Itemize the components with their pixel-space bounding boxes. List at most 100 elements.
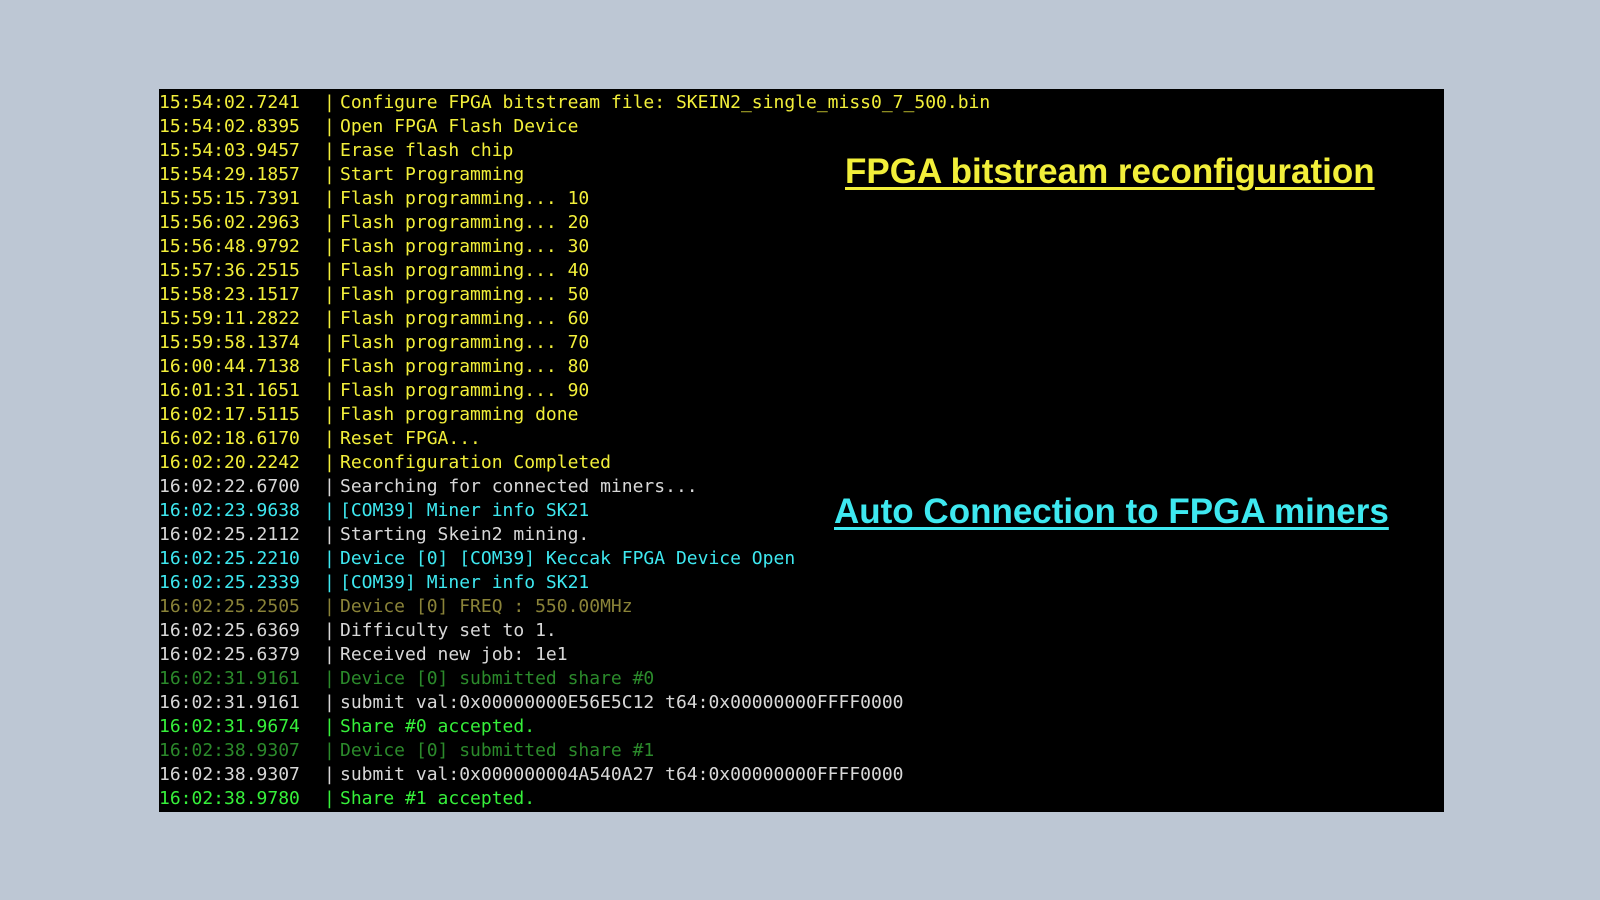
log-separator: | bbox=[324, 740, 335, 761]
log-message: Reset FPGA... bbox=[340, 428, 481, 449]
log-timestamp: 16:02:38.9307 bbox=[159, 764, 300, 785]
log-line: 15:58:23.1517 | Flash programming... 50 bbox=[159, 283, 1444, 307]
log-separator: | bbox=[324, 644, 335, 665]
log-message: Share #1 accepted. bbox=[340, 788, 536, 809]
log-line: 15:56:02.2963 | Flash programming... 20 bbox=[159, 211, 1444, 235]
log-message: Device [0] submitted share #1 bbox=[340, 740, 655, 761]
log-line: 15:59:11.2822 | Flash programming... 60 bbox=[159, 307, 1444, 331]
log-timestamp: 16:02:25.2112 bbox=[159, 524, 300, 545]
log-message: Flash programming done bbox=[340, 404, 579, 425]
log-separator: | bbox=[324, 572, 335, 593]
log-separator: | bbox=[324, 380, 335, 401]
log-timestamp: 16:02:38.9307 bbox=[159, 740, 300, 761]
log-timestamp: 16:02:17.5115 bbox=[159, 404, 300, 425]
log-timestamp: 16:02:31.9674 bbox=[159, 716, 300, 737]
log-message: Device [0] [COM39] Keccak FPGA Device Op… bbox=[340, 548, 796, 569]
log-timestamp: 16:02:38.9780 bbox=[159, 788, 300, 809]
log-timestamp: 16:02:25.2505 bbox=[159, 596, 300, 617]
log-message: Flash programming... 10 bbox=[340, 188, 590, 209]
log-line: 16:02:38.9307 | submit val:0x000000004A540… bbox=[159, 763, 1444, 787]
console-window[interactable]: 15:54:02.7241 | Configure FPGA bitstream f… bbox=[159, 89, 1444, 812]
log-timestamp: 16:02:18.6170 bbox=[159, 428, 300, 449]
log-message: Flash programming... 90 bbox=[340, 380, 590, 401]
log-timestamp: 15:58:23.1517 bbox=[159, 284, 300, 305]
log-line: 15:56:48.9792 | Flash programming... 30 bbox=[159, 235, 1444, 259]
log-separator: | bbox=[324, 332, 335, 353]
log-message: Flash programming... 30 bbox=[340, 236, 590, 257]
log-message: Difficulty set to 1. bbox=[340, 620, 557, 641]
log-timestamp: 15:59:11.2822 bbox=[159, 308, 300, 329]
log-timestamp: 15:54:02.7241 bbox=[159, 92, 300, 113]
log-separator: | bbox=[324, 500, 335, 521]
log-message: [COM39] Miner info SK21 bbox=[340, 572, 590, 593]
log-line: 16:02:25.2505 | Device [0] FREQ : 550.00MH… bbox=[159, 595, 1444, 619]
log-separator: | bbox=[324, 788, 335, 809]
log-message: Configure FPGA bitstream file: SKEIN2_si… bbox=[340, 92, 991, 113]
log-timestamp: 15:59:58.1374 bbox=[159, 332, 300, 353]
log-timestamp: 16:02:25.2210 bbox=[159, 548, 300, 569]
log-message: Open FPGA Flash Device bbox=[340, 116, 579, 137]
auto-connection-annotation: Auto Connection to FPGA miners bbox=[834, 492, 1389, 531]
log-separator: | bbox=[324, 548, 335, 569]
log-line: 16:02:38.9307 | Device [0] submitted share… bbox=[159, 739, 1444, 763]
log-line: 16:02:31.9674 | Share #0 accepted. bbox=[159, 715, 1444, 739]
log-message: Start Programming bbox=[340, 164, 525, 185]
log-line: 16:02:20.2242 | Reconfiguration Completed bbox=[159, 451, 1444, 475]
log-separator: | bbox=[324, 116, 335, 137]
log-line: 16:02:31.9161 | Device [0] submitted share… bbox=[159, 667, 1444, 691]
log-list: 15:54:02.7241 | Configure FPGA bitstream f… bbox=[159, 91, 1444, 811]
log-message: Flash programming... 70 bbox=[340, 332, 590, 353]
log-timestamp: 16:01:31.1651 bbox=[159, 380, 300, 401]
log-timestamp: 16:02:31.9161 bbox=[159, 668, 300, 689]
log-message: Flash programming... 50 bbox=[340, 284, 590, 305]
log-separator: | bbox=[324, 692, 335, 713]
log-line: 16:02:17.5115 | Flash programming done bbox=[159, 403, 1444, 427]
log-timestamp: 16:02:23.9638 bbox=[159, 500, 300, 521]
log-message: Searching for connected miners... bbox=[340, 476, 698, 497]
log-message: Flash programming... 80 bbox=[340, 356, 590, 377]
log-message: Starting Skein2 mining. bbox=[340, 524, 590, 545]
log-separator: | bbox=[324, 476, 335, 497]
reconfiguration-annotation: FPGA bitstream reconfiguration bbox=[845, 152, 1375, 191]
log-message: submit val:0x000000004A540A27 t64:0x0000… bbox=[340, 764, 904, 785]
log-timestamp: 15:56:48.9792 bbox=[159, 236, 300, 257]
log-timestamp: 16:02:20.2242 bbox=[159, 452, 300, 473]
log-message: Device [0] submitted share #0 bbox=[340, 668, 655, 689]
log-separator: | bbox=[324, 596, 335, 617]
log-message: [COM39] Miner info SK21 bbox=[340, 500, 590, 521]
log-timestamp: 16:00:44.7138 bbox=[159, 356, 300, 377]
log-line: 16:02:25.6369 | Difficulty set to 1. bbox=[159, 619, 1444, 643]
log-message: Share #0 accepted. bbox=[340, 716, 536, 737]
log-line: 16:02:18.6170 | Reset FPGA... bbox=[159, 427, 1444, 451]
log-timestamp: 16:02:25.6379 bbox=[159, 644, 300, 665]
log-line: 16:01:31.1651 | Flash programming... 90 bbox=[159, 379, 1444, 403]
log-message: Received new job: 1e1 bbox=[340, 644, 568, 665]
log-line: 15:59:58.1374 | Flash programming... 70 bbox=[159, 331, 1444, 355]
log-separator: | bbox=[324, 668, 335, 689]
log-separator: | bbox=[324, 404, 335, 425]
log-separator: | bbox=[324, 236, 335, 257]
log-timestamp: 15:54:03.9457 bbox=[159, 140, 300, 161]
log-timestamp: 16:02:25.2339 bbox=[159, 572, 300, 593]
log-message: Reconfiguration Completed bbox=[340, 452, 611, 473]
log-timestamp: 16:02:31.9161 bbox=[159, 692, 300, 713]
log-separator: | bbox=[324, 356, 335, 377]
log-separator: | bbox=[324, 620, 335, 641]
log-line: 16:02:25.2339 | [COM39] Miner info SK21 bbox=[159, 571, 1444, 595]
log-line: 15:54:02.8395 | Open FPGA Flash Device bbox=[159, 115, 1444, 139]
log-separator: | bbox=[324, 164, 335, 185]
log-message: Flash programming... 20 bbox=[340, 212, 590, 233]
log-separator: | bbox=[324, 764, 335, 785]
log-message: Erase flash chip bbox=[340, 140, 514, 161]
log-timestamp: 15:57:36.2515 bbox=[159, 260, 300, 281]
log-separator: | bbox=[324, 716, 335, 737]
log-timestamp: 16:02:25.6369 bbox=[159, 620, 300, 641]
log-separator: | bbox=[324, 524, 335, 545]
log-separator: | bbox=[324, 140, 335, 161]
log-timestamp: 16:02:22.6700 bbox=[159, 476, 300, 497]
log-line: 16:00:44.7138 | Flash programming... 80 bbox=[159, 355, 1444, 379]
log-timestamp: 15:54:02.8395 bbox=[159, 116, 300, 137]
log-line: 16:02:38.9780 | Share #1 accepted. bbox=[159, 787, 1444, 811]
log-separator: | bbox=[324, 308, 335, 329]
log-separator: | bbox=[324, 284, 335, 305]
